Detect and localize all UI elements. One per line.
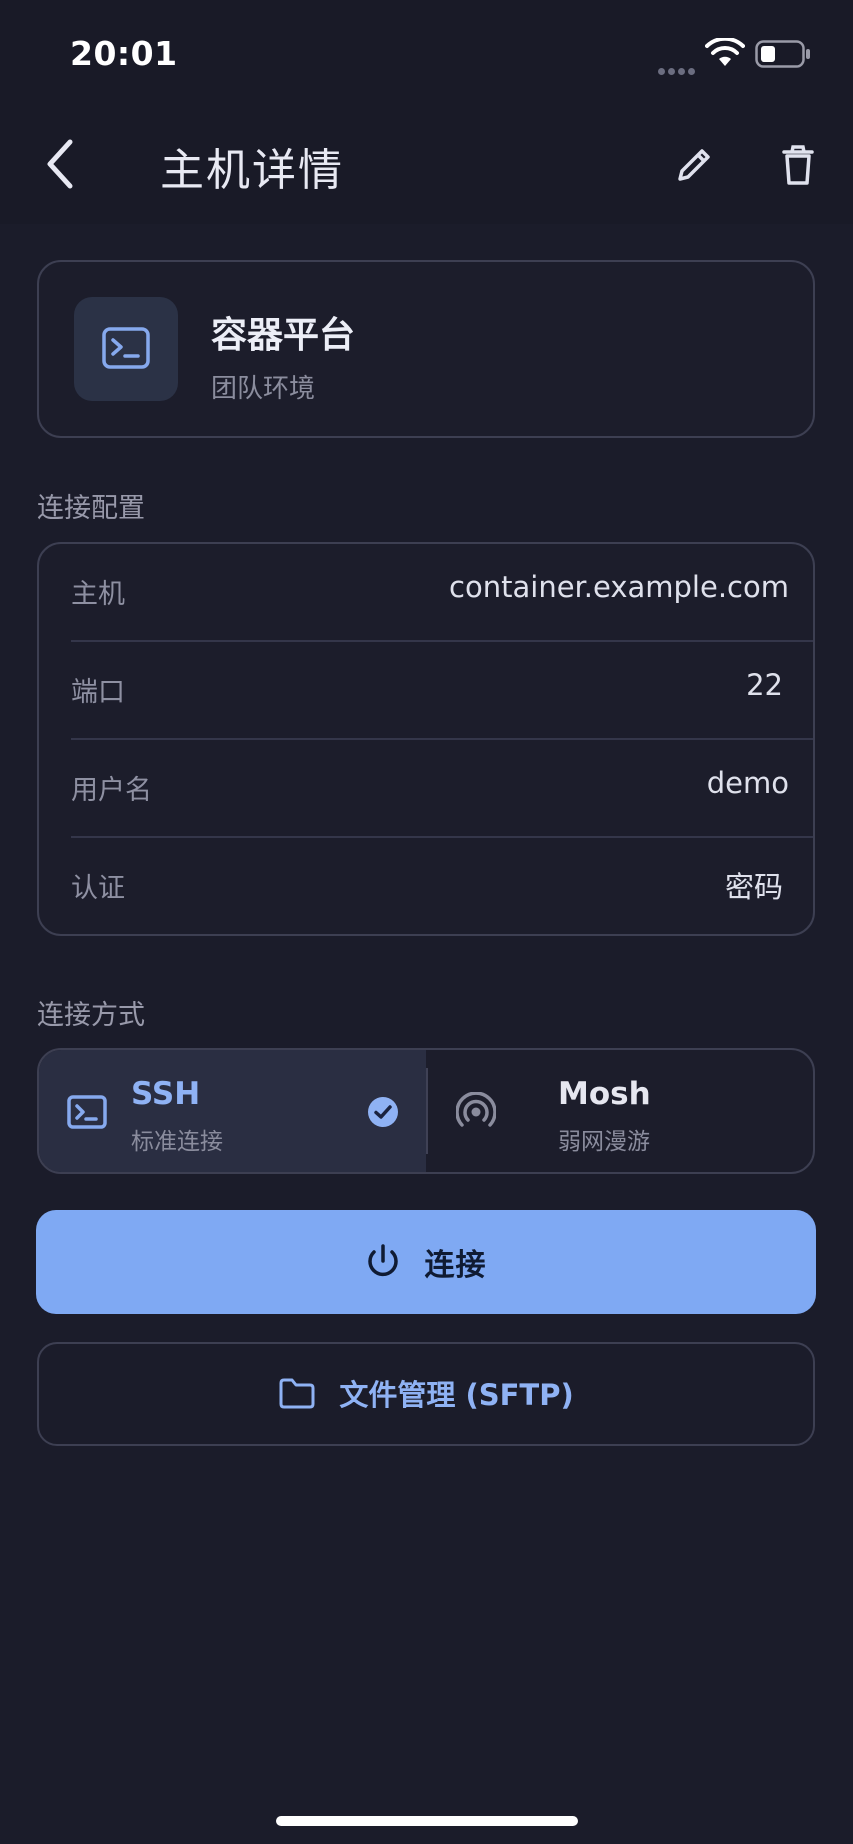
- sftp-label: 文件管理 (SFTP): [339, 1378, 574, 1412]
- mode-title: SSH: [131, 1076, 201, 1112]
- config-key: 认证: [71, 873, 125, 904]
- wifi-icon: [705, 38, 745, 66]
- mode-option-mosh[interactable]: Mosh 弱网漫游: [428, 1050, 813, 1172]
- config-section-title: 连接配置: [37, 493, 145, 524]
- sftp-button-content: 文件管理 (SFTP): [39, 1372, 813, 1414]
- battery-icon: [755, 40, 810, 68]
- host-name: 容器平台: [211, 315, 356, 356]
- mode-subtitle: 弱网漫游: [558, 1129, 650, 1155]
- mode-subtitle: 标准连接: [131, 1129, 223, 1155]
- mode-section-title: 连接方式: [37, 1000, 145, 1031]
- folder-icon: [279, 1378, 315, 1409]
- cellular-signal-icon: [658, 60, 698, 75]
- config-value: container.example.com: [449, 570, 789, 604]
- mode-title: Mosh: [558, 1076, 651, 1112]
- config-value: 密码: [724, 870, 783, 904]
- config-value: demo: [706, 766, 789, 800]
- config-row-username: 用户名 demo: [39, 740, 813, 838]
- delete-button[interactable]: [776, 143, 820, 187]
- config-key: 端口: [71, 677, 125, 708]
- host-group: 团队环境: [211, 374, 316, 404]
- sftp-button[interactable]: 文件管理 (SFTP): [37, 1342, 815, 1446]
- config-row-port: 端口 22: [39, 642, 813, 740]
- config-key: 主机: [71, 579, 125, 610]
- config-key: 用户名: [71, 775, 152, 806]
- home-indicator: [276, 1816, 578, 1826]
- power-icon: [368, 1244, 399, 1277]
- connect-button-content: 连接: [36, 1240, 816, 1284]
- page-title: 主机详情: [160, 145, 344, 196]
- connect-label: 连接: [424, 1248, 487, 1283]
- config-row-auth: 认证 密码: [39, 838, 813, 936]
- terminal-icon: [102, 327, 150, 369]
- check-circle-icon: [368, 1097, 398, 1127]
- host-card: 容器平台 团队环境: [37, 260, 815, 438]
- host-icon-container: [74, 297, 178, 401]
- connect-button[interactable]: 连接: [36, 1210, 816, 1314]
- signal-icon: [456, 1092, 496, 1127]
- config-value: 22: [746, 668, 783, 702]
- config-card: 主机 container.example.com 端口 22 用户名 demo …: [37, 542, 815, 936]
- config-row-host: 主机 container.example.com: [39, 544, 813, 642]
- status-time: 20:01: [70, 34, 178, 73]
- terminal-icon: [67, 1095, 107, 1129]
- back-button[interactable]: [40, 136, 84, 192]
- connection-mode-selector: SSH 标准连接 Mosh 弱网漫游: [37, 1048, 815, 1174]
- mode-option-ssh[interactable]: SSH 标准连接: [39, 1050, 426, 1172]
- edit-button[interactable]: [672, 143, 716, 187]
